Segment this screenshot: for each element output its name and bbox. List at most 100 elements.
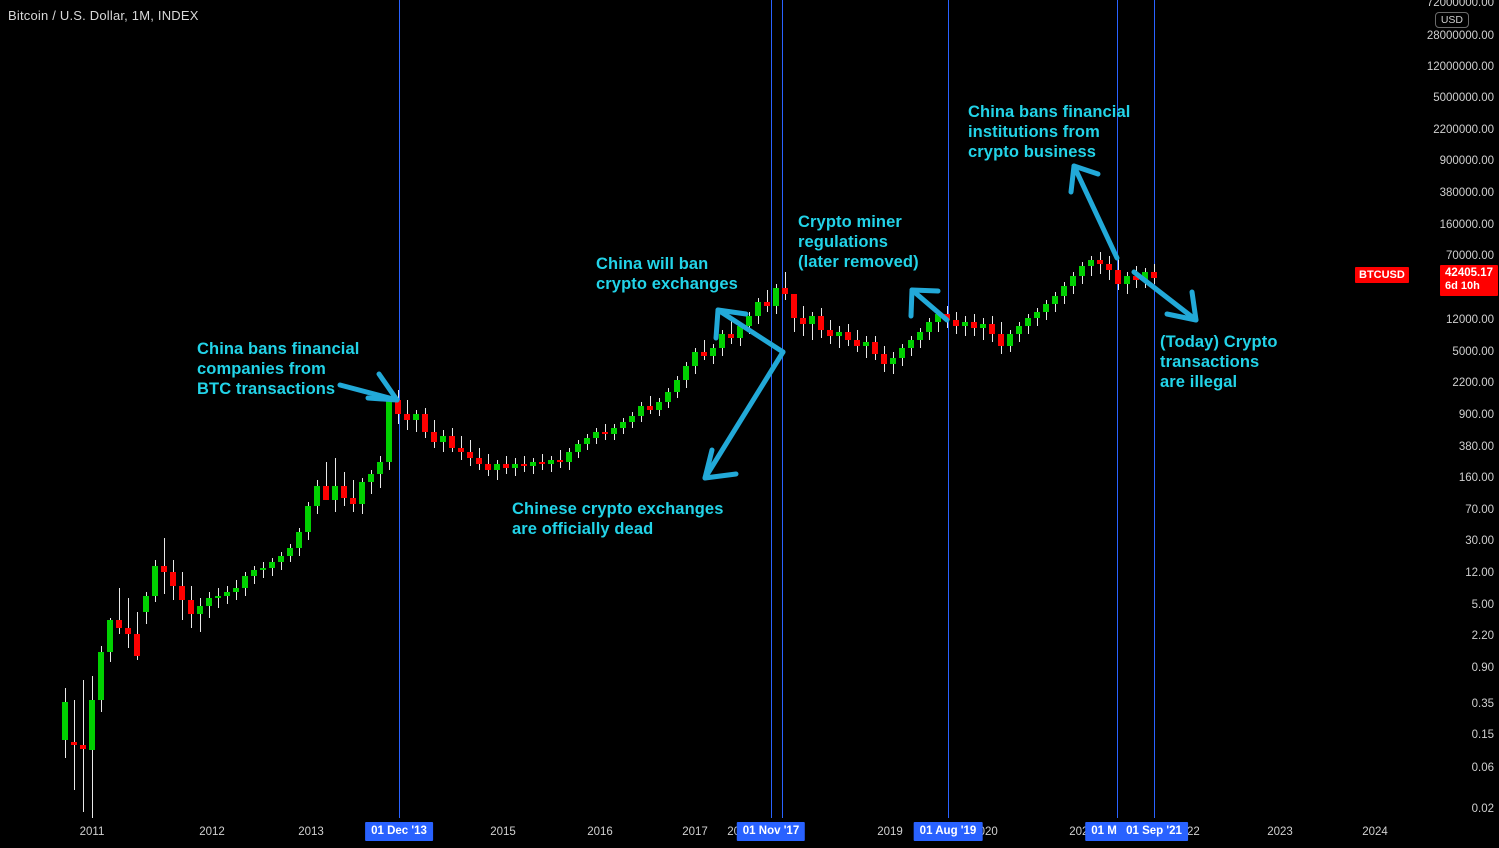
candle-wick [497,460,498,480]
candle-body [413,414,419,420]
candle-body [791,294,797,318]
price-axis-label: 2.20 [1471,630,1494,642]
candle-wick [128,598,129,648]
candle-wick [866,336,867,358]
candle-wick [263,562,264,578]
candle-body [656,402,662,410]
candle-body [359,482,365,504]
time-axis-event-badge[interactable]: 01 Nov '17 [736,822,806,841]
candle-body [224,592,230,596]
candle-body [206,598,212,606]
candle-body [332,486,338,500]
candle-wick [767,290,768,312]
candle-body [701,352,707,356]
price-axis-label: 12.00 [1465,567,1494,579]
price-axis-label: 5000000.00 [1433,92,1494,104]
event-marker-line[interactable] [1154,0,1155,818]
candle-body [602,432,608,434]
candle-body [368,474,374,482]
chart-plot-area[interactable]: China bans financial companies from BTC … [0,0,1409,818]
bar-countdown: 6d 10h [1445,280,1480,292]
candle-body [449,436,455,448]
candle-body [683,366,689,380]
arrow-head-4 [908,287,941,319]
candle-body [584,438,590,444]
candle-body [197,606,203,614]
candle-body [1016,326,1022,334]
time-axis-label: 2011 [79,826,105,838]
candle-body [386,400,392,462]
price-axis-label: 72000000.00 [1426,0,1494,9]
current-price-value: 42405.17 [1445,267,1493,279]
candle-body [305,506,311,532]
annotation-crypto-miner-regulations: Crypto miner regulations (later removed) [798,213,919,271]
candle-body [620,422,626,428]
candle-body [233,588,239,592]
candle-body [836,332,842,336]
time-axis-event-badge[interactable]: 01 M [1085,822,1123,841]
candle-body [953,320,959,326]
candle-body [71,742,77,745]
candle-body [989,324,995,334]
candle-body [998,334,1004,346]
candle-body [476,458,482,464]
event-marker-line[interactable] [771,0,772,818]
candle-body [260,568,266,570]
event-marker-line[interactable] [782,0,783,818]
candle-body [827,330,833,336]
candle-body [728,334,734,338]
tradingview-chart-window: Bitcoin / U.S. Dollar, 1M, INDEX China b… [0,0,1499,848]
time-axis-label: 2023 [1267,826,1293,838]
event-marker-line[interactable] [948,0,949,818]
candle-body [575,444,581,452]
candle-body [1142,272,1148,280]
price-axis-label: 0.90 [1471,662,1494,674]
candle-body [1025,318,1031,326]
currency-badge: USD [1434,12,1469,28]
arrow-head-5 [1068,163,1101,195]
candle-body [1007,334,1013,346]
candle-body [107,620,113,652]
candle-body [1124,276,1130,284]
candle-body [1133,276,1139,280]
candle-body [962,322,968,326]
time-axis[interactable]: 2011201220132015201620172018201920202021… [0,818,1499,848]
candle-body [809,316,815,324]
price-axis[interactable]: 72000000.00 28000000.00 12000000.00 5000000… [1409,0,1499,818]
candle-body [1151,272,1157,278]
candle-body [89,700,95,750]
candle-body [755,302,761,316]
price-axis-label: 5000.00 [1452,346,1494,358]
candle-wick [200,598,201,632]
candle-body [314,486,320,506]
candle-wick [704,340,705,360]
candle-body [971,322,977,328]
time-axis-event-badge[interactable]: 01 Sep '21 [1120,822,1188,841]
price-axis-label: 70000.00 [1446,250,1494,262]
candle-body [440,436,446,442]
candle-body [782,288,788,294]
candle-body [872,342,878,354]
candle-wick [785,272,786,300]
candle-body [467,452,473,458]
time-axis-event-badge[interactable]: 01 Dec '13 [365,822,433,841]
time-axis-event-badge[interactable]: 01 Aug '19 [913,822,983,841]
arrow-line-5 [1071,163,1120,261]
current-price-tag[interactable]: 42405.17 6d 10h [1440,265,1498,296]
candle-body [143,596,149,612]
candle-body [512,464,518,468]
candle-body [926,322,932,332]
candle-body [1097,260,1103,264]
candle-body [647,406,653,410]
time-axis-label: 2013 [298,826,324,838]
candle-body [863,342,869,346]
annotation-today-crypto-illegal: (Today) Crypto transactions are illegal [1160,333,1278,391]
candle-body [422,414,428,432]
candle-body [188,600,194,614]
candle-body [503,464,509,468]
candle-body [521,464,527,466]
candle-body [494,464,500,470]
candle-wick [353,480,354,512]
candle-body [485,464,491,470]
price-axis-label: 12000000.00 [1426,61,1494,73]
